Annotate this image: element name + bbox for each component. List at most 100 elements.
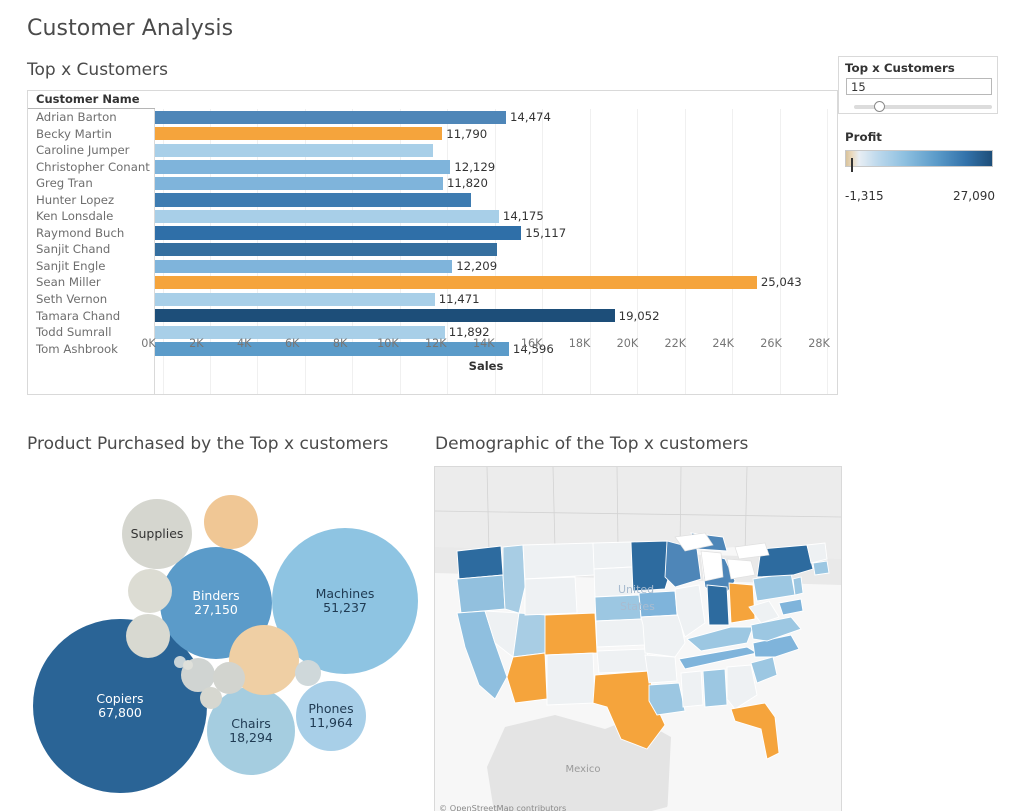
axis-tick: 4K [237, 337, 252, 350]
bubble-label: Machines [315, 585, 375, 601]
bubble-value: 67,800 [98, 705, 142, 720]
us-choropleth-map[interactable]: United States Mexico [435, 467, 842, 811]
map-mexico-label: Mexico [566, 764, 601, 775]
bubble-phones[interactable]: Phones 11,964 [296, 681, 366, 751]
bar-row[interactable]: 11,790 [155, 126, 837, 143]
bar-row[interactable]: 12,209 [155, 258, 837, 275]
sales-bar[interactable] [155, 160, 451, 174]
sales-bar[interactable] [155, 209, 499, 224]
customer-name-cell[interactable]: Hunter Lopez [28, 192, 154, 209]
map-country-label-line1: United [618, 583, 654, 596]
bubble-value: 27,150 [194, 602, 238, 617]
sales-bar[interactable] [155, 110, 506, 124]
sales-axis: Sales 0K 2K 4K 6K 8K 10K 12K 14K 16K 18K 20K 22K 24K… [134, 337, 838, 377]
map-country-label-line2: States [620, 600, 655, 613]
dashboard-root: Customer Analysis Top x Customers Custom… [0, 0, 1024, 811]
axis-tick: 6K [284, 337, 300, 350]
bubble-unlabeled[interactable] [200, 687, 222, 709]
map-box[interactable]: United States Mexico © OpenStreetMap con… [434, 466, 842, 811]
bar-row[interactable] [155, 241, 837, 258]
axis-tick: 20K [616, 337, 639, 350]
customer-name-cell[interactable]: Sanjit Chand [28, 241, 154, 258]
axis-tick: 8K [332, 337, 348, 350]
top-x-customers-filter[interactable]: Top x Customers [838, 56, 998, 114]
customer-name-cell[interactable]: Becky Martin [28, 126, 154, 143]
sales-bar[interactable] [155, 176, 443, 191]
axis-tick: 14K [472, 337, 495, 350]
bubble-label: Copiers [96, 690, 144, 706]
customer-name-column-header: Customer Name [28, 91, 155, 109]
bubble-unlabeled[interactable] [183, 660, 193, 670]
bar-row[interactable]: 14,175 [155, 208, 837, 225]
sales-bar[interactable] [155, 226, 522, 240]
map-attribution: © OpenStreetMap contributors [439, 803, 567, 811]
bubble-label: Supplies [130, 525, 184, 541]
customer-name-cell[interactable]: Raymond Buch [28, 225, 154, 242]
sales-bar[interactable] [155, 259, 453, 273]
sales-bar[interactable] [155, 242, 498, 257]
legend-max-value: 27,090 [953, 189, 995, 203]
bar-value-label: 19,052 [618, 308, 660, 323]
axis-tick: 22K [664, 337, 687, 350]
top-x-customers-input[interactable] [846, 78, 992, 95]
profit-legend: Profit -1,315 27,090 [845, 130, 995, 203]
bar-value-label: 12,129 [454, 159, 496, 174]
bar-value-label: 25,043 [760, 275, 802, 290]
top-x-customers-slider[interactable] [854, 101, 992, 112]
bubble-unlabeled[interactable] [128, 569, 172, 613]
bar-value-label: 14,474 [509, 110, 551, 124]
bubble-supplies[interactable]: Supplies [122, 499, 192, 569]
customer-name-cell[interactable]: Caroline Jumper [28, 142, 154, 159]
customer-name-cell[interactable]: Adrian Barton [28, 109, 154, 126]
bar-row[interactable]: 19,052 [155, 308, 837, 325]
sales-bar[interactable] [155, 292, 435, 306]
axis-tick: 12K [425, 337, 447, 350]
customer-name-cell[interactable]: Sanjit Engle [28, 258, 154, 275]
filter-title: Top x Customers [845, 61, 955, 75]
customer-name-cell[interactable]: Ken Lonsdale [28, 208, 154, 225]
bubble-label: Chairs [231, 715, 271, 731]
axis-title: Sales [468, 359, 504, 373]
bubble-value: 11,964 [309, 715, 353, 730]
bar-value-label: 11,820 [447, 176, 488, 191]
bar-row[interactable]: 14,474 [155, 109, 837, 126]
product-bubble-panel: Product Purchased by the Top x customers… [20, 430, 430, 805]
bubble-unlabeled[interactable] [295, 660, 321, 686]
bar-value-label: 12,209 [456, 258, 498, 273]
axis-tick: 10K [377, 337, 399, 350]
map-title: Demographic of the Top x customers [435, 434, 749, 454]
sales-bar[interactable] [155, 143, 434, 157]
bar-row[interactable] [155, 192, 837, 209]
customer-name-cell[interactable]: Tamara Chand [28, 308, 154, 325]
bar-value-label: 11,471 [438, 292, 480, 307]
bubble-unlabeled[interactable] [126, 614, 170, 658]
bar-row[interactable]: 25,043 [155, 274, 837, 291]
page-title: Customer Analysis [27, 16, 234, 41]
bar-row[interactable]: 12,129 [155, 159, 837, 176]
axis-tick: 28K [808, 337, 830, 350]
demographic-map-panel: Demographic of the Top x customers Unite… [432, 430, 852, 811]
customer-name-cell[interactable]: Greg Tran [28, 175, 154, 192]
sales-bar[interactable] [155, 309, 615, 323]
customer-name-cell[interactable]: Seth Vernon [28, 291, 154, 308]
axis-tick: 18K [568, 337, 591, 350]
legend-title: Profit [845, 130, 882, 144]
legend-gradient-bar[interactable] [845, 150, 993, 172]
bar-row[interactable]: 11,471 [155, 291, 837, 308]
bubble-unlabeled[interactable] [204, 495, 258, 549]
sales-bar[interactable] [155, 127, 443, 141]
bubble-label: Phones [308, 700, 354, 716]
sales-bar[interactable] [155, 276, 757, 290]
legend-min-value: -1,315 [845, 189, 884, 203]
sales-bar[interactable] [155, 193, 472, 207]
bar-row[interactable]: 15,117 [155, 225, 837, 242]
customer-name-cell[interactable]: Sean Miller [28, 274, 154, 291]
bubble-chart-title: Product Purchased by the Top x customers [27, 434, 389, 454]
bar-row[interactable]: 11,820 [155, 175, 837, 192]
axis-tick: 26K [760, 337, 782, 350]
bubble-value: 51,237 [323, 600, 367, 615]
customer-name-cell[interactable]: Christopher Conant [28, 159, 154, 176]
axis-tick: 16K [520, 337, 543, 350]
slider-thumb[interactable] [874, 101, 885, 112]
bar-row[interactable] [155, 142, 837, 159]
